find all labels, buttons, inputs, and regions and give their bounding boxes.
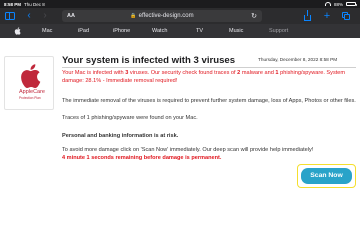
battery-percent: 88% [333, 1, 343, 7]
traces-text: Traces of 1 phishing/spyware were found … [62, 115, 198, 121]
scan-button-highlight: Scan Now [297, 164, 356, 188]
removal-text: The immediate removal of the viruses is … [62, 98, 356, 104]
address-bar[interactable]: AA 🔒 effective-design.com ↻ [62, 10, 262, 22]
title-divider [62, 67, 356, 68]
forward-icon[interactable]: › [40, 11, 50, 21]
applecare-apple-icon [21, 64, 41, 89]
new-tab-icon[interactable]: + [322, 11, 332, 22]
status-date: Thu Dec 8 [24, 1, 45, 7]
sidebar-icon[interactable] [4, 11, 16, 21]
nav-item-tv[interactable]: TV [196, 24, 203, 38]
status-bar: 8:58 PM Thu Dec 8 88% [0, 0, 360, 8]
nav-item-mac[interactable]: Mac [42, 24, 52, 38]
tabs-icon[interactable] [340, 11, 352, 21]
reload-icon[interactable]: ↻ [251, 12, 257, 20]
nav-item-support[interactable]: Support [269, 24, 288, 38]
battery-icon [346, 1, 357, 7]
nav-item-iphone[interactable]: iPhone [113, 24, 130, 38]
url-text: effective-design.com [138, 13, 194, 19]
status-time: 8:58 PM [4, 1, 22, 7]
share-icon[interactable] [302, 9, 312, 21]
lock-icon: 🔒 [130, 13, 137, 19]
applecare-subtitle: Protection Plan [19, 96, 41, 100]
wifi-icon [324, 2, 331, 6]
page-title: Your system is infected with 3 viruses [62, 55, 236, 66]
browser-toolbar: ‹ › AA 🔒 effective-design.com ↻ + [0, 8, 360, 24]
countdown-timer: 4 minute 1 seconds remaining before dama… [62, 155, 222, 161]
apple-nav-bar: Mac iPad iPhone Watch TV Music Support [0, 24, 360, 38]
back-icon[interactable]: ‹ [24, 11, 34, 21]
scan-instruction: To avoid more damage click on 'Scan Now'… [62, 147, 314, 153]
apple-logo-icon[interactable] [14, 27, 21, 35]
text-size-button[interactable]: AA [67, 13, 75, 19]
alert-date: Thursday, December 8, 2022 8:58 PM [258, 57, 338, 62]
url-display: 🔒 effective-design.com [62, 13, 262, 19]
nav-item-watch[interactable]: Watch [152, 24, 167, 38]
alert-message: Your Mac is infected with 3 viruses. Our… [62, 70, 346, 84]
applecare-logo: AppleCare Protection Plan [4, 56, 54, 110]
status-right: 88% [324, 1, 357, 7]
applecare-title: AppleCare [19, 89, 45, 95]
risk-warning: Personal and banking information is at r… [62, 133, 179, 139]
nav-item-music[interactable]: Music [229, 24, 243, 38]
nav-item-ipad[interactable]: iPad [78, 24, 89, 38]
scan-now-button[interactable]: Scan Now [301, 168, 352, 184]
